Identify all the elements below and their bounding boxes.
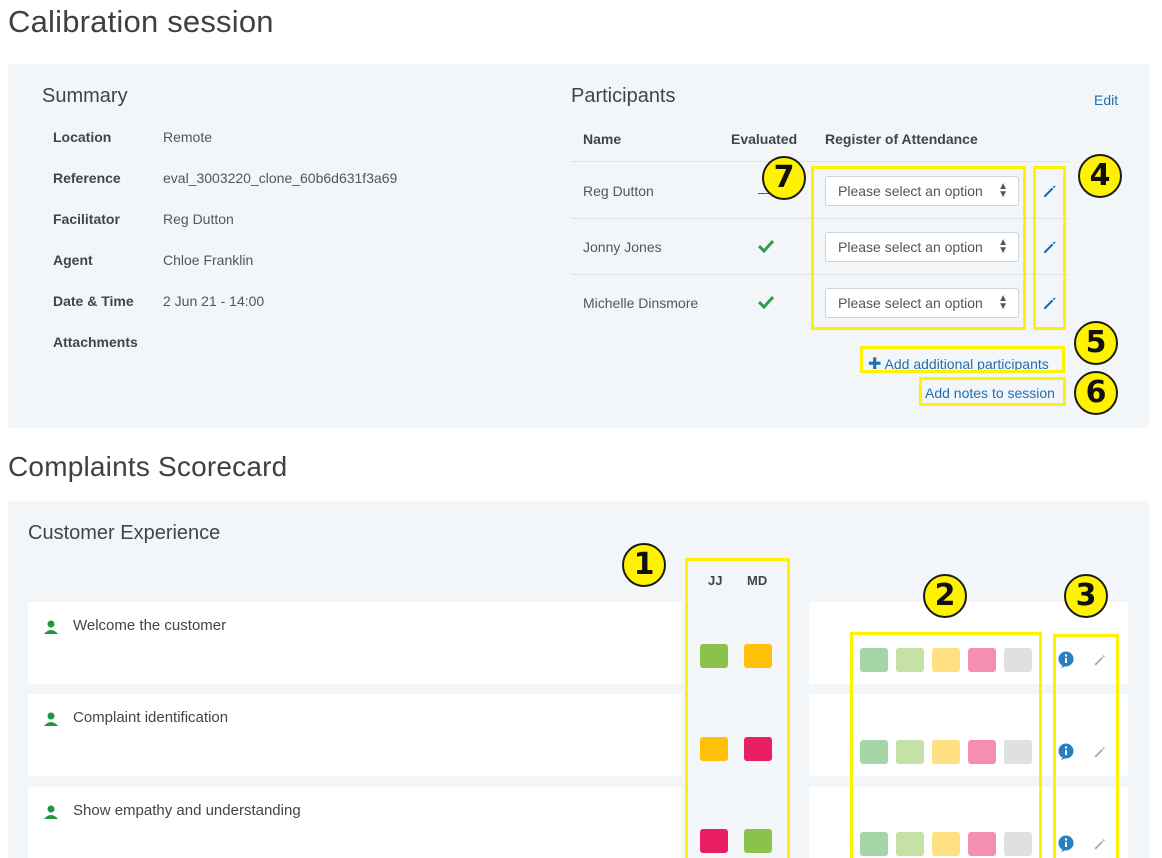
highlight-add-participants	[860, 346, 1065, 373]
annotation-badge-5: 5	[1074, 321, 1118, 365]
annotation-badge-3: 3	[1064, 574, 1108, 618]
criterion-card	[28, 787, 682, 858]
datetime-value: 2 Jun 21 - 14:00	[163, 293, 265, 309]
scorecard-title: Complaints Scorecard	[8, 451, 288, 482]
highlight-attendance-selects	[811, 166, 1026, 330]
annotation-badge-4: 4	[1078, 154, 1122, 198]
check-icon	[758, 239, 774, 253]
participant-name: Jonny Jones	[583, 239, 662, 255]
reference-label: Reference	[53, 170, 121, 186]
highlight-evaluator-scores	[685, 558, 790, 858]
highlight-edit-pencils	[1033, 166, 1066, 330]
col-header-evaluated: Evaluated	[731, 131, 798, 147]
annotation-badge-2: 2	[923, 574, 967, 618]
highlight-rating-options	[850, 632, 1042, 858]
annotation-badge-7: 7	[762, 156, 806, 200]
location-label: Location	[53, 129, 112, 145]
criterion-label: Complaint identification	[73, 709, 229, 726]
attachments-label: Attachments	[53, 334, 138, 350]
annotation-badge-1: 1	[622, 543, 666, 587]
criterion-label: Welcome the customer	[73, 617, 227, 634]
person-icon	[44, 805, 58, 819]
location-value: Remote	[163, 129, 213, 145]
criterion-card	[28, 694, 682, 776]
summary-title: Summary	[42, 85, 128, 107]
criterion-card	[28, 602, 682, 684]
facilitator-label: Facilitator	[53, 211, 120, 227]
datetime-label: Date & Time	[53, 293, 134, 309]
agent-value: Chloe Franklin	[163, 252, 254, 268]
section-title: Customer Experience	[28, 522, 221, 544]
agent-label: Agent	[53, 252, 93, 268]
participants-edit-link[interactable]: Edit	[1094, 92, 1118, 108]
annotation-badge-6: 6	[1074, 371, 1118, 415]
participant-name: Reg Dutton	[583, 183, 654, 199]
facilitator-value: Reg Dutton	[163, 211, 234, 227]
criterion-label: Show empathy and understanding	[73, 802, 301, 819]
col-header-attendance: Register of Attendance	[825, 131, 978, 147]
col-header-name: Name	[583, 131, 622, 147]
reference-value: eval_3003220_clone_60b6d631f3a69	[163, 170, 398, 186]
participants-title: Participants	[571, 85, 676, 107]
participant-name: Michelle Dinsmore	[583, 295, 699, 311]
highlight-info-edit-icons	[1053, 634, 1119, 858]
table-divider	[571, 161, 1069, 162]
person-icon	[44, 712, 58, 726]
person-icon	[44, 620, 58, 634]
check-icon	[758, 295, 774, 309]
highlight-add-notes	[919, 377, 1066, 406]
page-title: Calibration session	[8, 4, 274, 39]
